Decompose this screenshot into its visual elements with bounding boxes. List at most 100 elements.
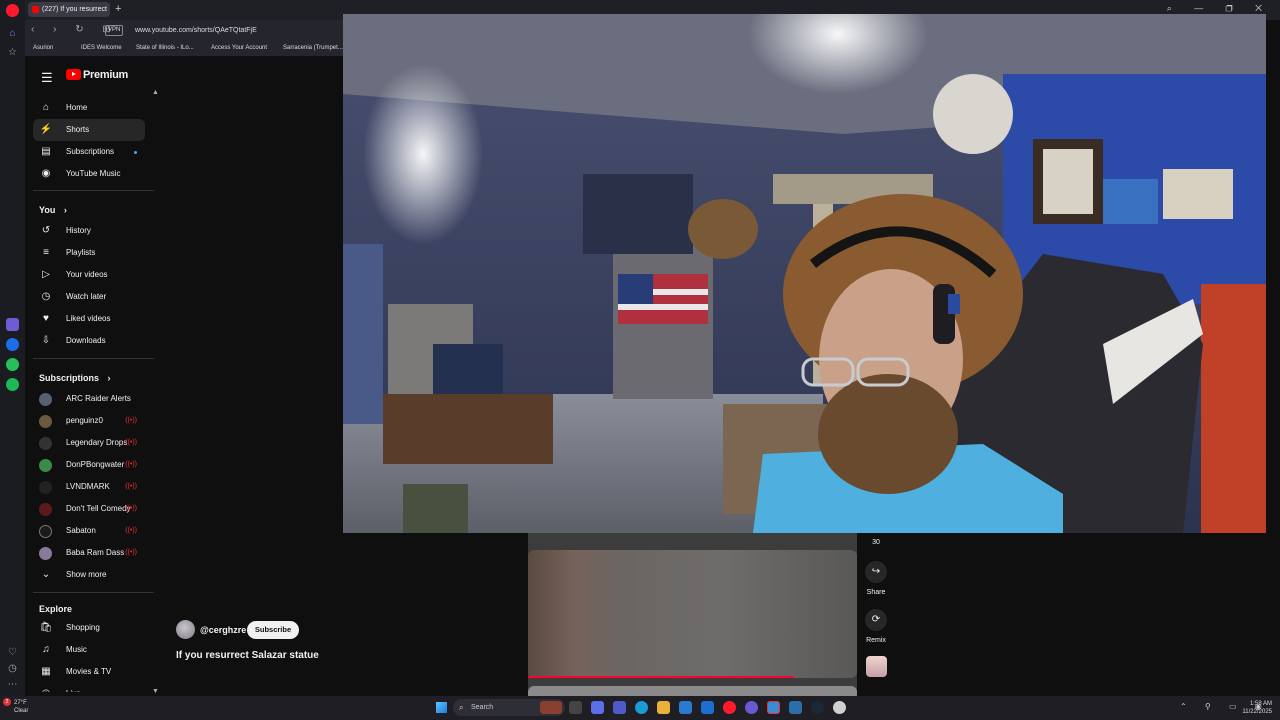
discord-icon[interactable] <box>745 701 758 714</box>
webcam-overlay-video[interactable] <box>343 14 1266 533</box>
you-header[interactable]: You › <box>39 205 67 215</box>
new-content-dot <box>134 151 137 154</box>
guide-item-home[interactable]: ⌂ Home <box>33 97 145 119</box>
guide-item-youtube-music[interactable]: ◉ YouTube Music <box>33 163 145 185</box>
home-icon[interactable]: ⌂ <box>6 27 19 40</box>
vpn-badge[interactable]: VPN <box>105 25 124 36</box>
guide-item-liked-videos[interactable]: ♥ Liked videos <box>33 308 145 330</box>
store-icon[interactable] <box>679 701 692 714</box>
subscription-item[interactable]: Don't Tell Comedy ((•)) <box>33 498 145 520</box>
opera-logo-icon[interactable] <box>6 4 19 17</box>
like-icon: ♥ <box>43 313 49 324</box>
steam-icon[interactable] <box>811 701 824 714</box>
channel-avatar[interactable] <box>176 620 195 639</box>
clock[interactable]: 1:58 AM 11/22/2025 <box>1238 700 1272 716</box>
guide-item-live[interactable]: ◎ Live <box>33 683 145 692</box>
task-view-icon[interactable] <box>569 701 582 714</box>
opera-sidebar: ⌂ ☆ ♡ ◷ ⋯ <box>0 0 25 696</box>
taskbar: 2 27°F Clear ⌕ Search ⌃ ⚲ ▭ ◉ ⊛ 1:58 AM … <box>0 696 1280 720</box>
youtube-logo-icon[interactable] <box>66 69 81 80</box>
copilot-icon[interactable] <box>591 701 604 714</box>
subscription-item[interactable]: DonPBongwater ((•)) <box>33 454 145 476</box>
like-count[interactable]: 30 <box>866 539 886 546</box>
address-bar: ‹ › ↻ ⊞ VPN www.youtube.com/shorts/QAeTQ… <box>25 20 345 42</box>
bookmark-item[interactable]: State of Illinois - ILo... <box>136 45 194 51</box>
chevron-down-icon: ⌄ <box>41 569 51 580</box>
bookmark-item[interactable]: Sarracenia (Trumpet... <box>283 45 343 51</box>
url-field[interactable]: www.youtube.com/shorts/QAeTQtatFjE <box>135 25 335 37</box>
subscription-item[interactable]: ARC Raider Alerts <box>33 388 145 410</box>
subscribe-button[interactable]: Subscribe <box>247 621 299 639</box>
guide-item-music[interactable]: ♫ Music <box>33 639 145 661</box>
progress-bar-fill[interactable] <box>528 676 795 678</box>
subscription-item[interactable]: LVNDMARK ((•)) <box>33 476 145 498</box>
shorts-video-player[interactable] <box>528 533 857 696</box>
bookmark-item[interactable]: Access Your Account <box>211 45 267 51</box>
subscription-item[interactable]: Sabaton ((•)) <box>33 520 145 542</box>
window-controls[interactable]: ⌕ — ❐ ✕ <box>1167 3 1272 14</box>
next-short-preview[interactable] <box>528 686 857 696</box>
subscription-item[interactable]: penguinz0 ((•)) <box>33 410 145 432</box>
live-indicator-icon: ((•)) <box>125 549 137 556</box>
remix-icon: ⟳ <box>865 609 887 631</box>
guide-item-subscriptions[interactable]: ▤ Subscriptions <box>33 141 145 163</box>
app-icon[interactable] <box>833 701 846 714</box>
new-tab-button[interactable]: + <box>115 3 121 15</box>
hamburger-menu-icon[interactable]: ☰ <box>41 70 53 86</box>
scroll-up-icon[interactable]: ▲ <box>152 89 159 96</box>
scroll-down-icon[interactable]: ▼ <box>152 688 159 695</box>
messenger-icon[interactable] <box>6 338 19 351</box>
opera-icon[interactable] <box>723 701 736 714</box>
guide-item-downloads[interactable]: ⇩ Downloads <box>33 330 145 352</box>
windows-start-icon[interactable] <box>436 702 447 713</box>
tab-youtube[interactable]: (227) If you resurrect <box>28 2 110 17</box>
app-icon[interactable] <box>789 701 802 714</box>
watch-later-icon: ◷ <box>41 291 51 302</box>
guide-item-history[interactable]: ↺ History <box>33 220 145 242</box>
channel-row: @cerghzre Subscribe <box>176 620 376 640</box>
clock-icon[interactable]: ◷ <box>6 662 19 675</box>
channel-name[interactable]: @cerghzre <box>200 625 246 635</box>
divider <box>33 358 154 359</box>
outlook-icon[interactable] <box>701 701 714 714</box>
remix-button[interactable]: ⟳ Remix <box>864 609 888 644</box>
search-highlight-icon <box>540 701 562 714</box>
subscription-item[interactable]: Legendary Drops ((•)) <box>33 432 145 454</box>
live-indicator-icon: ((•)) <box>125 417 137 424</box>
chevron-right-icon: › <box>63 205 67 215</box>
remix-label: Remix <box>866 637 886 644</box>
channel-avatar <box>39 437 52 450</box>
sound-creator-thumbnail[interactable] <box>866 656 887 677</box>
guide-item-playlists[interactable]: ≡ Playlists <box>33 242 145 264</box>
weather-alert-icon[interactable]: 2 <box>3 698 11 706</box>
subscription-item[interactable]: Baba Ram Dass ((•)) <box>33 542 145 564</box>
time: 1:58 AM <box>1249 701 1272 707</box>
bookmark-item[interactable]: Asurion <box>33 45 53 51</box>
weather-condition: Clear <box>14 708 29 714</box>
file-explorer-icon[interactable] <box>657 701 670 714</box>
home-icon: ⌂ <box>42 102 50 113</box>
share-label: Share <box>866 589 886 596</box>
subscriptions-header[interactable]: Subscriptions › <box>39 373 111 383</box>
edge-icon[interactable] <box>635 701 648 714</box>
share-button[interactable]: ↪ Share <box>864 561 888 596</box>
heart-icon[interactable]: ♡ <box>6 646 19 659</box>
guide-item-your-videos[interactable]: ▷ Your videos <box>33 264 145 286</box>
guide-item-watch-later[interactable]: ◷ Watch later <box>33 286 145 308</box>
teams-icon[interactable] <box>613 701 626 714</box>
weather-widget[interactable]: 27°F Clear <box>14 699 28 715</box>
chevron-right-icon: › <box>107 373 111 383</box>
more-icon[interactable]: ⋯ <box>6 678 19 691</box>
whatsapp-icon[interactable] <box>6 358 19 371</box>
guide-item-shorts[interactable]: ⚡ Shorts <box>33 119 145 141</box>
spotify-icon[interactable] <box>6 378 19 391</box>
live-indicator-icon: ((•)) <box>125 483 137 490</box>
guide-item-movies-tv[interactable]: ▦ Movies & TV <box>33 661 145 683</box>
show-more-button[interactable]: ⌄ Show more <box>33 564 145 586</box>
aria-icon[interactable] <box>6 318 19 331</box>
star-icon[interactable]: ☆ <box>6 46 19 59</box>
active-app-icon[interactable] <box>767 701 780 714</box>
bookmark-item[interactable]: IDES Welcome <box>81 45 122 51</box>
youtube-favicon-icon <box>32 6 39 13</box>
guide-item-shopping[interactable]: 🛍 Shopping <box>33 617 145 639</box>
